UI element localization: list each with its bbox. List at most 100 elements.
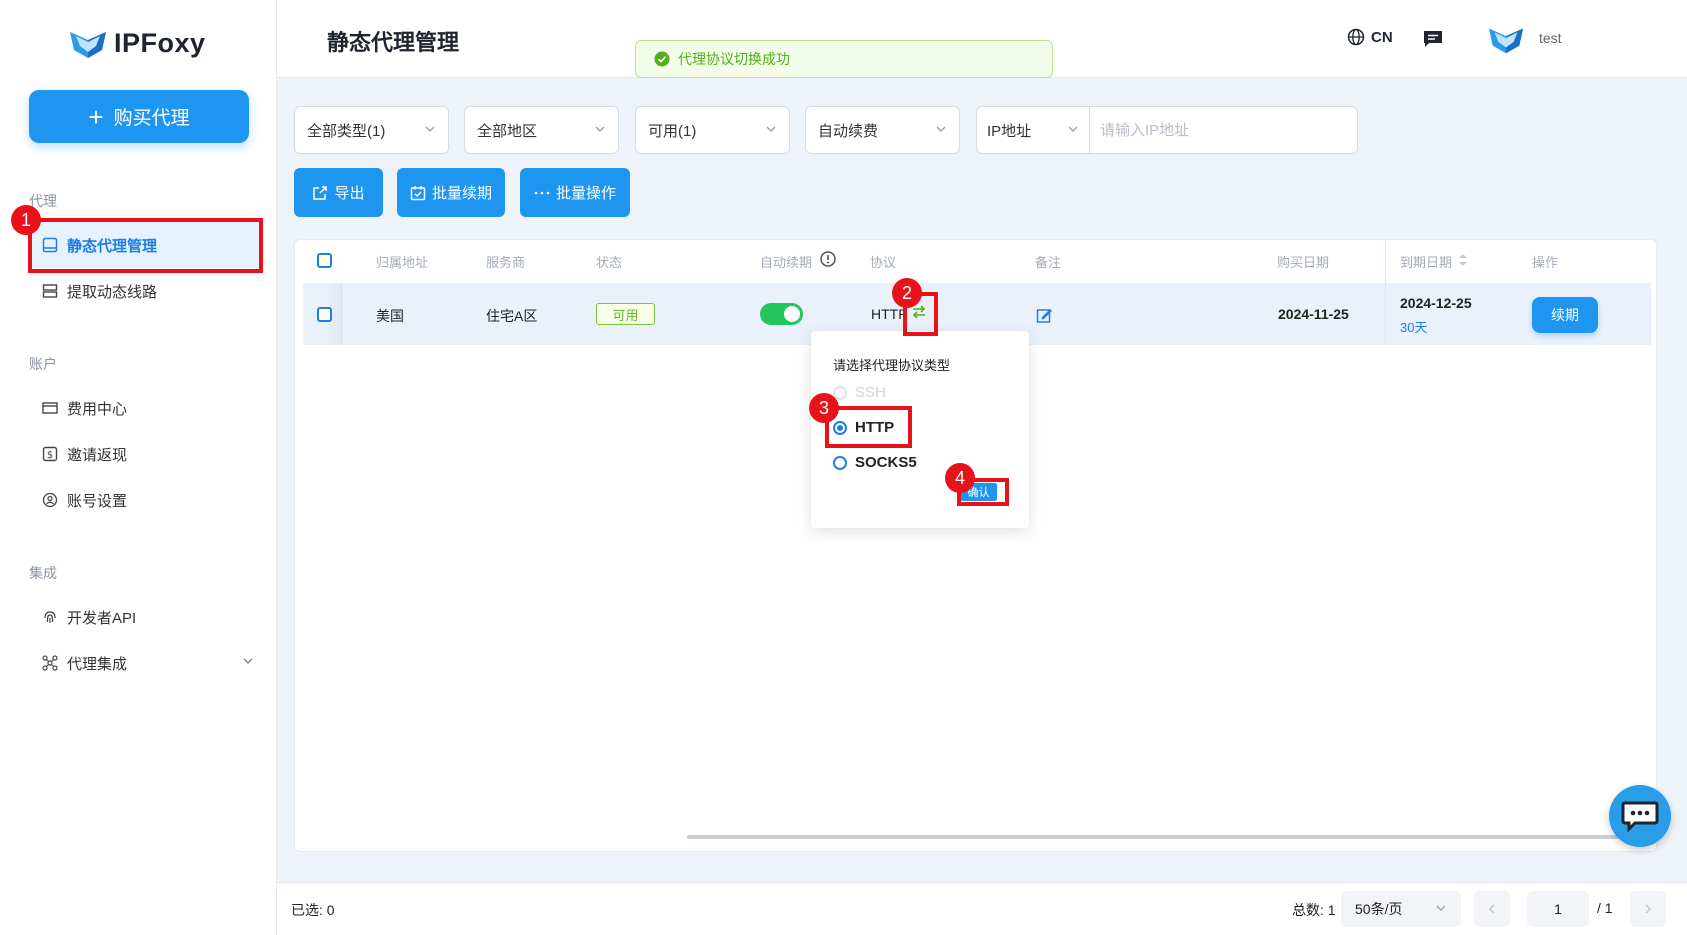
page-title: 静态代理管理 [327, 30, 460, 55]
chevron-down-icon [1435, 901, 1447, 917]
sidebar-item-label: 开发者API [67, 609, 137, 627]
chat-bubble-icon [1621, 801, 1659, 833]
page-number-input[interactable]: 1 [1527, 891, 1589, 927]
username[interactable]: test [1539, 30, 1562, 46]
prev-page-button[interactable] [1474, 891, 1510, 927]
batch-operations-label: 批量操作 [555, 185, 616, 202]
filter-region-select[interactable]: 全部地区 [464, 106, 619, 154]
filter-value: 全部类型(1) [307, 122, 386, 140]
buy-proxy-button[interactable]: + 购买代理 [29, 90, 249, 143]
selected-count: 已选: 0 [291, 902, 335, 918]
wallet-icon [41, 399, 59, 417]
section-label-integration: 集成 [29, 565, 57, 581]
filter-value: 可用(1) [648, 122, 697, 140]
chevron-down-icon [765, 123, 777, 138]
message-icon[interactable] [1422, 28, 1444, 55]
globe-icon [1347, 28, 1365, 46]
check-circle-icon [654, 51, 670, 67]
ip-search-group: IP地址 [976, 106, 1358, 154]
chevron-right-icon [1645, 904, 1652, 914]
chevron-down-icon [935, 123, 947, 138]
column-header-provider[interactable]: 服务商 [486, 252, 525, 271]
chat-support-button[interactable] [1609, 785, 1671, 847]
info-icon[interactable] [820, 251, 836, 272]
sticky-column-divider [1385, 240, 1386, 345]
sidebar-item-label: 邀请返现 [67, 446, 128, 464]
chevron-down-icon [424, 123, 436, 138]
top-header: 静态代理管理 代理协议切换成功 CN test [277, 0, 1687, 78]
success-toast: 代理协议切换成功 [635, 40, 1053, 78]
column-header-purchase-date[interactable]: 购买日期 [1277, 252, 1329, 271]
page-size-select[interactable]: 50条/页 [1341, 891, 1461, 927]
column-header-protocol[interactable]: 协议 [870, 252, 896, 271]
protocol-option-socks5[interactable]: SOCKS5 [833, 454, 917, 471]
option-label: SOCKS5 [855, 454, 917, 471]
cell-location: 美国 [376, 308, 404, 324]
batch-renew-button[interactable]: 批量续期 [397, 168, 505, 217]
column-header-actions[interactable]: 操作 [1532, 252, 1558, 271]
sidebar-item-label: 账号设置 [67, 492, 128, 510]
status-badge: 可用 [596, 303, 655, 325]
export-icon [313, 185, 328, 200]
auto-renew-toggle[interactable] [760, 303, 803, 325]
column-header-location[interactable]: 归属地址 [376, 252, 428, 271]
sidebar-item-proxy-integration[interactable]: 代理集成 [29, 640, 261, 686]
toast-message: 代理协议切换成功 [678, 51, 790, 67]
chevron-down-icon[interactable] [241, 654, 255, 672]
filter-renew-select[interactable]: 自动续费 [805, 106, 960, 154]
sort-icon[interactable] [1458, 253, 1468, 272]
protocol-option-ssh[interactable]: SSH [833, 384, 886, 401]
radio-icon [833, 455, 847, 470]
row-checkbox[interactable] [317, 307, 332, 322]
column-header-note[interactable]: 备注 [1035, 252, 1061, 271]
select-all-checkbox[interactable] [317, 253, 332, 268]
logo[interactable]: IPFoxy [68, 26, 206, 60]
fox-logo-icon [70, 32, 106, 58]
sidebar: IPFoxy + 购买代理 代理 静态代理管理 提取动态线路 账户 费用中心 $… [0, 0, 277, 935]
column-header-auto-renew[interactable]: 自动续期 [760, 252, 812, 271]
sidebar-item-account-settings[interactable]: 账号设置 [29, 477, 261, 523]
batch-renew-label: 批量续期 [431, 185, 492, 202]
sidebar-item-billing[interactable]: 费用中心 [29, 385, 261, 431]
export-button[interactable]: 导出 [294, 168, 383, 217]
filter-availability-select[interactable]: 可用(1) [635, 106, 790, 154]
sidebar-item-dynamic-lines[interactable]: 提取动态线路 [29, 268, 261, 314]
next-page-button[interactable] [1630, 891, 1666, 927]
user-circle-icon [41, 491, 59, 509]
sidebar-item-label: 费用中心 [67, 400, 128, 418]
batch-operations-button[interactable]: 批量操作 [520, 168, 630, 217]
annotation-box-1 [28, 218, 263, 273]
network-icon [41, 654, 59, 672]
edit-note-icon[interactable] [1036, 307, 1053, 329]
svg-text:$: $ [47, 450, 53, 461]
annotation-marker-2: 2 [892, 278, 922, 308]
horizontal-scrollbar[interactable] [687, 835, 1627, 839]
renew-button[interactable]: 续期 [1532, 297, 1598, 333]
ip-type-select[interactable]: IP地址 [977, 107, 1090, 153]
ip-search-input[interactable] [1090, 107, 1357, 153]
sidebar-item-label: 代理集成 [67, 655, 128, 673]
annotation-marker-1: 1 [11, 205, 41, 235]
server-icon [41, 282, 59, 300]
dollar-icon: $ [41, 445, 59, 463]
sidebar-item-referral[interactable]: $ 邀请返现 [29, 431, 261, 477]
filter-value: 全部地区 [477, 122, 538, 140]
sidebar-item-developer-api[interactable]: 开发者API [29, 594, 261, 640]
calendar-check-icon [410, 185, 426, 200]
language-switch[interactable]: CN [1347, 28, 1393, 46]
column-header-status[interactable]: 状态 [596, 252, 622, 271]
avatar[interactable] [1487, 22, 1525, 56]
section-label-account: 账户 [29, 356, 57, 372]
filter-type-select[interactable]: 全部类型(1) [294, 106, 449, 154]
cell-purchase-date: 2024-11-25 [1278, 306, 1349, 322]
page-size-value: 50条/页 [1355, 901, 1403, 917]
annotation-marker-3: 3 [809, 393, 839, 423]
total-count: 总数: 1 [1292, 902, 1336, 918]
cell-expire-date: 2024-12-25 [1400, 295, 1472, 311]
chevron-down-icon [594, 123, 606, 138]
language-label: CN [1371, 28, 1393, 46]
export-label: 导出 [334, 185, 365, 202]
more-dots-icon [534, 184, 550, 201]
page-total: / 1 [1597, 900, 1613, 916]
column-header-expire-date[interactable]: 到期日期 [1400, 252, 1452, 271]
